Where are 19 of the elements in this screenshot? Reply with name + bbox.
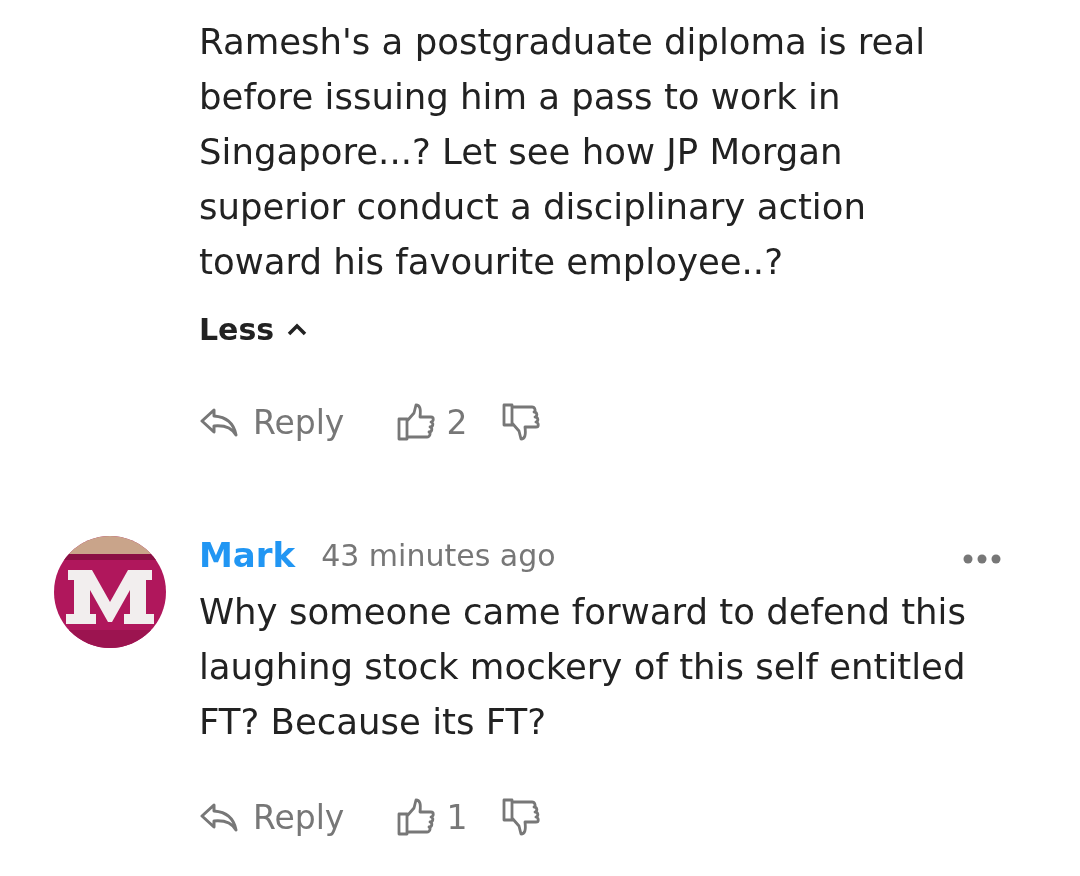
like-button[interactable]: 1 — [396, 797, 468, 837]
author-name[interactable]: Mark — [199, 535, 296, 575]
thumbs-down-icon — [501, 797, 542, 837]
comment-text: Ramesh's a postgraduate diploma is real before issuing him a pass to work in Singapore...? Let see how JP Morgan superior conduct a disciplinary action toward his favourite employee..? — [199, 20, 927, 284]
dislike-button[interactable] — [501, 797, 542, 837]
more-button[interactable] — [963, 554, 1001, 564]
comment-text: Why someone came forward to defend this laughing stock mockery of this self entitled FT? Because its FT? — [199, 590, 967, 744]
reply-icon — [199, 802, 239, 832]
reply-button[interactable]: Reply — [199, 402, 345, 442]
thumbs-up-icon — [396, 797, 437, 837]
thumbs-up-icon — [396, 402, 437, 442]
reply-button[interactable]: Reply — [199, 797, 345, 837]
less-toggle[interactable]: Less — [199, 304, 309, 354]
timestamp: 43 minutes ago — [321, 537, 556, 573]
dislike-button[interactable] — [501, 402, 542, 442]
like-button[interactable]: 2 — [396, 402, 468, 442]
more-icon — [963, 554, 1001, 564]
thumbs-down-icon — [501, 402, 542, 442]
reply-icon — [199, 407, 239, 437]
